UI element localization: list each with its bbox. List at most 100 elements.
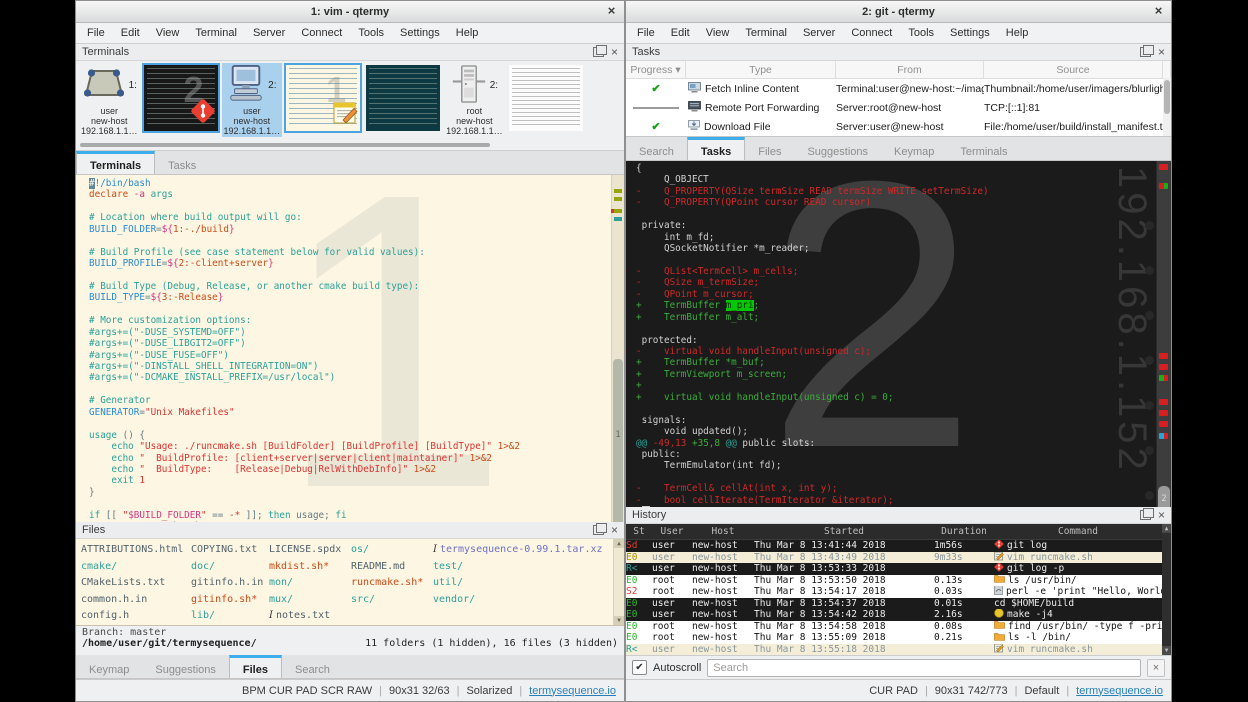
tab-files[interactable]: Files xyxy=(745,137,794,160)
history-row[interactable]: R<usernew-hostThu Mar 8 13:53:33 2018git… xyxy=(626,563,1171,575)
file-entry[interactable]: util/ xyxy=(433,575,603,592)
file-entry[interactable]: common.h.in xyxy=(81,592,183,609)
files-list[interactable]: ▲ ▼ ATTRIBUTIONS.htmlcmake/CMakeLists.tx… xyxy=(76,539,624,626)
menu-item-edit[interactable]: Edit xyxy=(663,25,698,41)
tasks-dock-header[interactable]: Tasks × xyxy=(626,44,1171,61)
titlebar-vim[interactable]: 1: vim - qtermy × xyxy=(76,1,624,23)
menu-item-connect[interactable]: Connect xyxy=(843,25,900,41)
column-header-duration[interactable]: Duration xyxy=(934,526,994,537)
titlebar-git[interactable]: 2: git - qtermy × xyxy=(626,1,1171,23)
server-item[interactable]: 1:usernew-host192.168.1.1… xyxy=(79,63,140,137)
history-row[interactable]: S2rootnew-hostThu Mar 8 13:54:17 20180.0… xyxy=(626,586,1171,598)
close-dock-icon[interactable]: × xyxy=(611,525,618,535)
git-scrollbar[interactable]: 2 xyxy=(1156,161,1171,507)
menu-item-terminal[interactable]: Terminal xyxy=(737,25,795,41)
history-row[interactable]: E0usernew-hostThu Mar 8 13:54:37 20180.0… xyxy=(626,598,1171,610)
server-item[interactable]: 2:usernew-host192.168.1.1… xyxy=(222,63,283,137)
history-row[interactable]: E0rootnew-hostThu Mar 8 13:54:58 20180.0… xyxy=(626,621,1171,633)
float-dock-icon[interactable] xyxy=(593,47,604,57)
column-header-progress[interactable]: Progress▾ xyxy=(626,61,686,78)
file-entry[interactable]: gitinfo.sh* xyxy=(191,592,263,609)
file-entry[interactable]: Itermysequence-0.99.1.tar.xz xyxy=(433,542,603,559)
history-row[interactable]: E0usernew-hostThu Mar 8 13:54:42 20182.1… xyxy=(626,609,1171,621)
history-row[interactable]: E0usernew-hostThu Mar 8 13:43:49 20189m3… xyxy=(626,552,1171,564)
termysequence-link[interactable]: termysequence.io xyxy=(1076,685,1163,697)
file-entry[interactable]: doc/ xyxy=(191,559,263,576)
file-entry[interactable]: mux/ xyxy=(269,592,341,609)
file-entry[interactable]: vendor/ xyxy=(433,592,603,609)
tab-files[interactable]: Files xyxy=(229,655,282,678)
file-entry[interactable]: os/ xyxy=(351,542,423,559)
file-entry[interactable]: ATTRIBUTIONS.html xyxy=(81,542,183,559)
column-header-started[interactable]: Started xyxy=(754,526,934,537)
terminal-git[interactable]: 2 192.168.1.152 { Q_OBJECT- Q_PROPERTY(Q… xyxy=(626,161,1171,507)
vim-scrollbar-thumb[interactable] xyxy=(613,359,623,522)
history-row[interactable]: E0rootnew-hostThu Mar 8 13:53:50 20180.1… xyxy=(626,575,1171,587)
clear-search-icon[interactable]: × xyxy=(1147,659,1165,677)
terminal-thumbnail[interactable] xyxy=(507,63,585,133)
file-entry[interactable]: lib/ xyxy=(191,608,263,625)
column-header-from[interactable]: From xyxy=(836,61,984,78)
file-entry[interactable]: cmake/ xyxy=(81,559,183,576)
file-entry[interactable]: test/ xyxy=(433,559,603,576)
column-header-type[interactable]: Type xyxy=(686,61,836,78)
close-dock-icon[interactable]: × xyxy=(1158,47,1165,57)
terminal-thumbnail[interactable]: 1 xyxy=(284,63,362,133)
float-dock-icon[interactable] xyxy=(1140,47,1151,57)
menu-item-view[interactable]: View xyxy=(698,25,738,41)
server-item[interactable]: 2:rootnew-host192.168.1.1… xyxy=(444,63,505,137)
close-icon[interactable]: × xyxy=(1151,3,1166,18)
file-entry[interactable]: gitinfo.h.in xyxy=(191,575,263,592)
thumbnails-scrollbar[interactable] xyxy=(76,141,624,151)
file-entry[interactable]: runcmake.sh* xyxy=(351,575,423,592)
file-entry[interactable]: mkdist.sh* xyxy=(269,559,341,576)
close-dock-icon[interactable]: × xyxy=(611,47,618,57)
menu-item-settings[interactable]: Settings xyxy=(942,25,998,41)
file-entry[interactable]: mon/ xyxy=(269,575,341,592)
file-entry[interactable]: Inotes.txt xyxy=(269,608,341,625)
task-row[interactable]: ✔Fetch Inline ContentTerminal:user@new-h… xyxy=(626,79,1171,98)
vim-scrollbar[interactable]: 1 xyxy=(611,175,624,522)
menu-item-tools[interactable]: Tools xyxy=(350,25,392,41)
terminal-thumbnail[interactable] xyxy=(364,63,442,133)
menu-item-help[interactable]: Help xyxy=(998,25,1037,41)
menu-item-server[interactable]: Server xyxy=(795,25,843,41)
menu-item-view[interactable]: View xyxy=(148,25,188,41)
file-entry[interactable]: README.md xyxy=(351,559,423,576)
autoscroll-checkbox[interactable]: ✔ xyxy=(632,660,647,675)
tab-search[interactable]: Search xyxy=(282,655,343,678)
column-header-st[interactable]: St xyxy=(626,526,652,537)
menu-item-terminal[interactable]: Terminal xyxy=(187,25,245,41)
history-row[interactable]: R<usernew-hostThu Mar 8 13:55:18 2018vim… xyxy=(626,644,1171,656)
tasks-scrollbar[interactable] xyxy=(1163,78,1171,136)
menu-item-file[interactable]: File xyxy=(629,25,663,41)
tab-suggestions[interactable]: Suggestions xyxy=(794,137,881,160)
float-dock-icon[interactable] xyxy=(1140,510,1151,520)
tab-keymap[interactable]: Keymap xyxy=(76,655,142,678)
history-scrollbar[interactable]: ▲ ▼ xyxy=(1162,524,1171,655)
file-entry[interactable]: LICENSE.spdx xyxy=(269,542,341,559)
menu-item-help[interactable]: Help xyxy=(448,25,487,41)
tab-tasks[interactable]: Tasks xyxy=(155,151,209,174)
termysequence-link[interactable]: termysequence.io xyxy=(529,685,616,697)
tab-keymap[interactable]: Keymap xyxy=(881,137,947,160)
terminal-vim[interactable]: 1 192.168.1.152 #!/bin/bashdeclare -a ar… xyxy=(76,175,624,522)
column-header-user[interactable]: User xyxy=(652,526,692,537)
history-search-input[interactable] xyxy=(707,659,1141,677)
terminals-dock-header[interactable]: Terminals × xyxy=(76,44,624,61)
menu-item-connect[interactable]: Connect xyxy=(293,25,350,41)
files-dock-header[interactable]: Files × xyxy=(76,522,624,539)
file-entry[interactable]: src/ xyxy=(351,592,423,609)
float-dock-icon[interactable] xyxy=(593,525,604,535)
column-header-host[interactable]: Host xyxy=(692,526,754,537)
close-dock-icon[interactable]: × xyxy=(1158,510,1165,520)
tab-terminals[interactable]: Terminals xyxy=(947,137,1020,160)
task-row[interactable]: Remote Port ForwardingServer:root@new-ho… xyxy=(626,98,1171,117)
tab-terminals[interactable]: Terminals xyxy=(76,151,155,174)
history-row[interactable]: Sdusernew-hostThu Mar 8 13:41:44 20181m5… xyxy=(626,540,1171,552)
column-header-command[interactable]: Command xyxy=(994,526,1162,537)
tab-search[interactable]: Search xyxy=(626,137,687,160)
menu-item-settings[interactable]: Settings xyxy=(392,25,448,41)
tab-suggestions[interactable]: Suggestions xyxy=(142,655,229,678)
tab-tasks[interactable]: Tasks xyxy=(687,137,745,160)
